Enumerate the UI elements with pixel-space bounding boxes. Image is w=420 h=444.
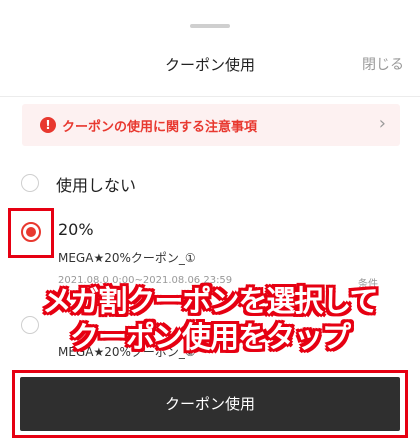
- coupon-sheet: クーポン使用 閉じる ! クーポンの使用に関する注意事項 › 使用しない 20%…: [0, 0, 420, 444]
- use-coupon-button[interactable]: クーポン使用: [20, 377, 400, 431]
- chevron-right-icon: ›: [378, 113, 386, 134]
- coupon-1-discount: 20%: [58, 220, 94, 239]
- annotation-line-2: クーポン使用をタップ: [69, 320, 351, 354]
- option-no-coupon-label: 使用しない: [56, 176, 137, 195]
- radio-no-coupon[interactable]: [21, 174, 39, 192]
- highlight-box-radio: [8, 208, 54, 258]
- coupon-notice-link[interactable]: ! クーポンの使用に関する注意事項 ›: [22, 104, 400, 146]
- sheet-title: クーポン使用: [164, 56, 255, 74]
- header-divider: [0, 96, 420, 97]
- close-button[interactable]: 閉じる: [362, 54, 404, 74]
- notice-text: クーポンの使用に関する注意事項: [62, 120, 258, 135]
- alert-icon: !: [40, 117, 56, 133]
- drag-handle[interactable]: [190, 24, 230, 28]
- coupon-1-name: MEGA★20%クーポン_①: [58, 251, 196, 265]
